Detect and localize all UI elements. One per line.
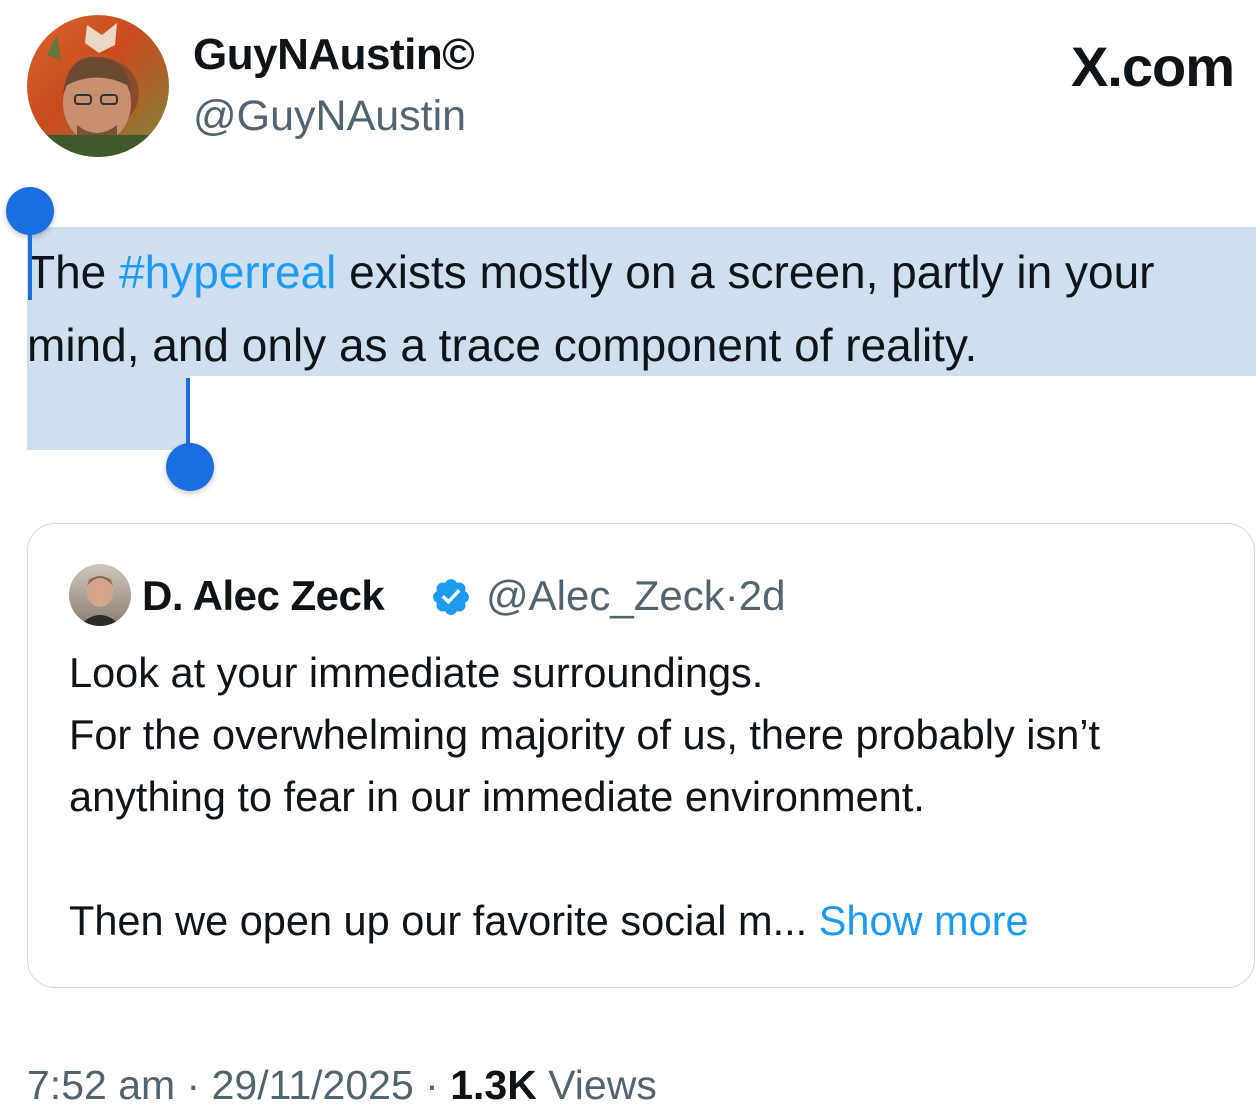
quoted-age[interactable]: 2d <box>739 572 786 619</box>
tweet-text-start: The <box>27 246 120 298</box>
tweet-text: The #hyperreal exists mostly on a screen… <box>27 236 1247 382</box>
author-handle[interactable]: @GuyNAustin <box>193 92 466 141</box>
selection-end-handle[interactable] <box>166 443 214 491</box>
show-more-link[interactable]: Show more <box>819 897 1029 944</box>
separator-dot: · <box>724 572 739 619</box>
profile-photo-icon <box>47 23 149 157</box>
meta-separator: · <box>413 1062 451 1108</box>
verified-badge-icon <box>433 579 469 615</box>
quoted-handle-and-age[interactable]: @Alec_Zeck·2d <box>486 572 785 620</box>
tweet-time[interactable]: 7:52 am <box>27 1062 175 1108</box>
quoted-display-name[interactable]: D. Alec Zeck <box>142 572 385 620</box>
author-display-name[interactable]: GuyNAustin© <box>193 30 475 80</box>
quoted-author-avatar[interactable] <box>69 564 131 626</box>
hashtag-link[interactable]: #hyperreal <box>119 246 336 298</box>
views-label: Views <box>536 1062 657 1108</box>
meta-separator: · <box>175 1062 212 1108</box>
author-avatar[interactable] <box>27 15 169 157</box>
selection-start-caret <box>28 210 32 300</box>
tweet-meta: 7:52 am · 29/11/2025 · 1.3K Views <box>27 1062 657 1109</box>
quoted-tweet-card[interactable]: D. Alec Zeck @Alec_Zeck·2d Look at your … <box>27 523 1255 988</box>
tweet-date[interactable]: 29/11/2025 <box>212 1062 414 1108</box>
views-count[interactable]: 1.3K <box>450 1062 537 1108</box>
quoted-tweet-text: Look at your immediate surroundings. For… <box>69 642 1229 952</box>
site-label: X.com <box>1070 35 1235 98</box>
selection-highlight <box>27 376 190 450</box>
profile-photo-icon <box>79 576 121 626</box>
quoted-handle[interactable]: @Alec_Zeck <box>486 572 725 619</box>
